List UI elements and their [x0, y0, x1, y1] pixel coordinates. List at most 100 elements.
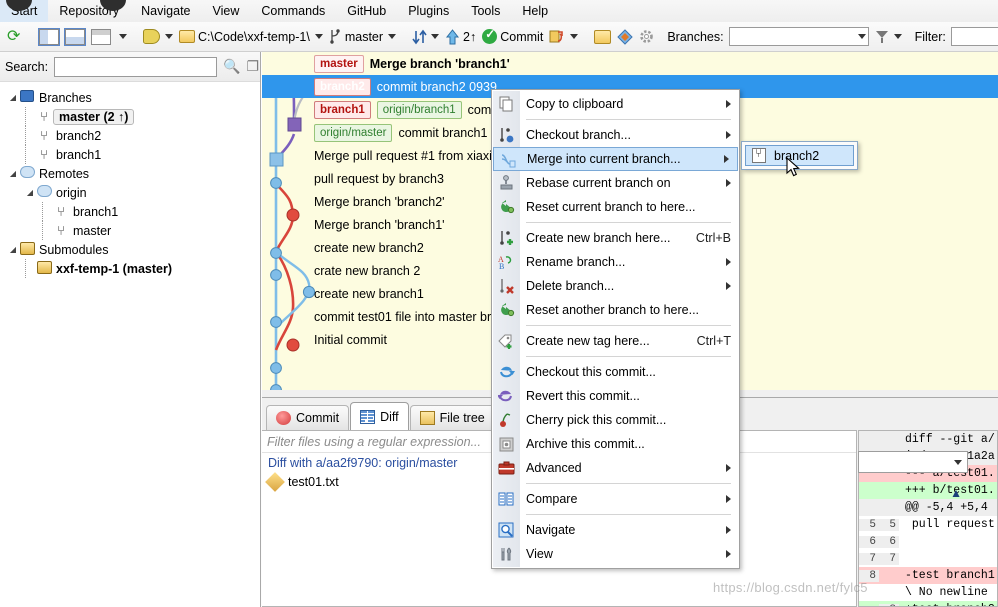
sidebar-search-row: Search:	[0, 52, 260, 82]
tab-label: File tree	[439, 411, 485, 425]
commit-graph-cell	[262, 236, 314, 259]
commit-row[interactable]: master Merge branch 'branch1'	[262, 52, 998, 75]
tree-item-submodules[interactable]: ◢ Submodules	[4, 240, 260, 259]
context-menu-item-advanced[interactable]: Advanced	[492, 456, 739, 480]
context-menu-item-rebase-current-branch-on[interactable]: Rebase current branch on	[492, 171, 739, 195]
layout-top-icon	[91, 28, 111, 45]
tab-label: Diff	[380, 409, 399, 424]
context-menu-item-reset-current-branch-to-here[interactable]: Reset current branch to here...	[492, 195, 739, 219]
merge-toolbar-button[interactable]	[546, 28, 581, 46]
pull-push-button[interactable]	[409, 28, 442, 46]
layout-dropdown-button[interactable]	[114, 33, 130, 40]
tree-item-branch1[interactable]: branch1	[4, 145, 260, 164]
context-menu-item-revert-this-commit[interactable]: Revert this commit...	[492, 384, 739, 408]
branch-icon	[52, 223, 70, 238]
context-menu-item-compare[interactable]: Compare	[492, 487, 739, 511]
tab-file-tree[interactable]: File tree	[409, 405, 495, 430]
tree-item-branch1[interactable]: branch1	[4, 202, 260, 221]
reset-icon	[498, 199, 515, 215]
branches-filter-button[interactable]	[873, 29, 905, 45]
context-menu-item-archive-this-commit[interactable]: Archive this commit...	[492, 432, 739, 456]
commit-text-cell: Initial commit	[314, 333, 387, 347]
context-menu-item-view[interactable]: View	[492, 542, 739, 566]
context-menu-item-copy-to-clipboard[interactable]: Copy to clipboard	[492, 92, 739, 116]
open-folder-button[interactable]	[591, 29, 614, 45]
filter-input[interactable]	[950, 27, 998, 46]
tree-item-origin[interactable]: ◢ origin	[4, 183, 260, 202]
menu-item-commands[interactable]: Commands	[250, 0, 336, 22]
commit-message: create new branch1	[314, 286, 424, 301]
menu-item-tools[interactable]: Tools	[460, 0, 511, 22]
merge-chevron-down-icon	[570, 34, 579, 39]
tree-item-branch2[interactable]: branch2	[4, 126, 260, 145]
context-menu-item-checkout-this-commit[interactable]: Checkout this commit...	[492, 360, 739, 384]
menu-item-github[interactable]: GitHub	[336, 0, 397, 22]
commit-message: Merge branch 'branch1'	[314, 217, 445, 232]
context-menu-item-delete-branch[interactable]: Delete branch...	[492, 274, 739, 298]
context-menu-item-navigate[interactable]: Navigate	[492, 518, 739, 542]
checkout-commit-icon	[498, 364, 515, 380]
expand-triangle-icon[interactable]: ◢	[8, 245, 18, 254]
tab-commit[interactable]: Commit	[266, 405, 350, 430]
ref-badge-branch2[interactable]: branch2	[314, 77, 371, 96]
context-menu-item-create-new-tag-here[interactable]: Create new tag here... Ctrl+T	[492, 329, 739, 353]
tree-item-master[interactable]: master	[4, 221, 260, 240]
diff-options-chevron-down-icon[interactable]	[954, 460, 962, 465]
tree-item-branches[interactable]: ◢ Branches	[4, 88, 260, 107]
context-menu-item-merge-into-current-branch[interactable]: Merge into current branch...	[493, 147, 738, 171]
ref-badge-master[interactable]: master	[314, 54, 364, 73]
refresh-button[interactable]	[4, 28, 26, 46]
copy-icon[interactable]	[247, 58, 260, 76]
diff-new-line-number: 8	[879, 603, 899, 606]
context-menu-item-shortcut: Ctrl+T	[696, 334, 731, 348]
layout-view-1-button[interactable]	[36, 27, 62, 46]
commit-text-cell: Merge branch 'branch1'	[314, 218, 445, 232]
search-input[interactable]	[54, 56, 218, 77]
context-menu-item-rename-branch[interactable]: A B Rename branch...	[492, 250, 739, 274]
ref-badge-branch1[interactable]: branch1	[314, 100, 371, 119]
cloud-icon	[35, 185, 53, 200]
commit-message: commit test01 file into master branch	[314, 309, 519, 324]
pull-button[interactable]	[140, 28, 176, 45]
context-menu-item-checkout-branch[interactable]: Checkout branch...	[492, 123, 739, 147]
submenu-arrow-icon	[726, 495, 731, 503]
context-menu-item-label: View	[526, 547, 553, 561]
tab-diff[interactable]: Diff	[350, 402, 409, 430]
watermark-text: https://blog.csdn.net/fylc5	[713, 580, 868, 595]
layout-view-2-button[interactable]	[62, 27, 88, 46]
branches-chevron-down-icon[interactable]	[857, 34, 866, 39]
current-branch-button[interactable]: master	[326, 28, 399, 45]
context-menu-item-reset-another-branch-to-here[interactable]: Reset another branch to here...	[492, 298, 739, 322]
tree-item-label: xxf-temp-1 (master)	[56, 261, 173, 276]
commit-graph-cell	[262, 52, 314, 75]
menu-item-navigate[interactable]: Navigate	[130, 0, 201, 22]
compare-tool-button[interactable]	[614, 28, 636, 46]
submenu-arrow-icon	[726, 179, 731, 187]
expand-triangle-icon[interactable]: ◢	[8, 93, 18, 102]
submenu-arrow-icon	[726, 131, 731, 139]
commit-graph-cell	[262, 328, 314, 351]
context-menu-item-create-new-branch-here[interactable]: Create new branch here... Ctrl+B	[492, 226, 739, 250]
commit-text-cell: pull request by branch3	[314, 172, 444, 186]
diff-collapse-button[interactable]: ▲	[858, 482, 968, 504]
layout-view-3-button[interactable]	[88, 28, 114, 46]
menu-item-help[interactable]: Help	[511, 0, 559, 22]
search-icon[interactable]	[223, 58, 240, 76]
push-button[interactable]: 2↑	[442, 28, 479, 46]
ref-badge-origin-branch1[interactable]: origin/branch1	[376, 100, 462, 119]
tree-item-remotes[interactable]: ◢ Remotes	[4, 164, 260, 183]
diff-options-combo[interactable]	[858, 451, 968, 473]
tree-item-xxf-temp-1[interactable]: xxf-temp-1 (master)	[4, 259, 260, 278]
menu-item-plugins[interactable]: Plugins	[397, 0, 460, 22]
tag-icon	[498, 333, 515, 349]
context-menu-item-cherry-pick-this-commit[interactable]: Cherry pick this commit...	[492, 408, 739, 432]
commit-button[interactable]: Commit	[479, 27, 546, 45]
expand-triangle-icon[interactable]: ◢	[8, 169, 18, 178]
tree-item-master[interactable]: master (2 ↑)	[4, 107, 260, 126]
repository-path-button[interactable]: C:\Code\xxf-temp-1\	[176, 29, 326, 45]
branches-combo-input[interactable]	[728, 27, 869, 46]
settings-button[interactable]	[636, 28, 657, 45]
menu-item-view[interactable]: View	[202, 0, 251, 22]
pull-chevron-down-icon	[165, 34, 173, 39]
ref-badge-origin-master[interactable]: origin/master	[314, 123, 393, 142]
